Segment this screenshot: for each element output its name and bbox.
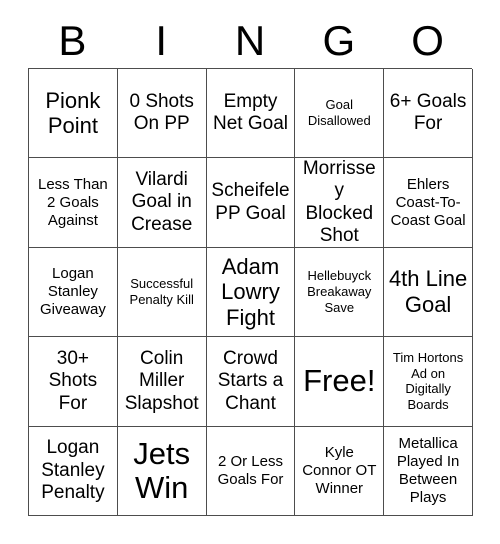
bingo-cell[interactable]: Kyle Connor OT Winner xyxy=(295,426,385,516)
bingo-cell[interactable]: Successful Penalty Kill xyxy=(117,247,207,338)
bingo-row: Logan Stanley Penalty Jets Win 2 Or Less… xyxy=(29,426,473,516)
bingo-cell[interactable]: 2 Or Less Goals For xyxy=(206,426,296,516)
bingo-cell-label: Logan Stanley Giveaway xyxy=(39,264,106,318)
bingo-cell-label: Empty Net Goal xyxy=(213,90,288,135)
bingo-cell[interactable]: Jets Win xyxy=(117,426,207,516)
bingo-cell-label: Metallica Played In Between Plays xyxy=(396,434,460,506)
bingo-cell[interactable]: Colin Miller Slapshot xyxy=(117,337,207,427)
bingo-cell-label: Morrissey Blocked Shot xyxy=(302,157,376,246)
bingo-row: Pionk Point 0 Shots On PP Empty Net Goal… xyxy=(29,69,473,159)
bingo-cell[interactable]: Logan Stanley Giveaway xyxy=(29,247,118,338)
bingo-cell-label: Scheifele PP Goal xyxy=(211,180,290,224)
bingo-cell[interactable]: Less Than 2 Goals Against xyxy=(29,158,118,248)
bingo-cell[interactable]: 30+ Shots For xyxy=(29,337,118,427)
bingo-cell[interactable]: Morrissey Blocked Shot xyxy=(295,157,385,248)
bingo-row: 30+ Shots For Colin Miller Slapshot Crow… xyxy=(29,337,473,427)
bingo-cell[interactable]: Scheifele PP Goal xyxy=(206,158,296,248)
bingo-cell-label: Crowd Starts a Chant xyxy=(217,347,284,414)
bingo-cell-label: 0 Shots On PP xyxy=(129,90,194,135)
bingo-cell[interactable]: Pionk Point xyxy=(29,69,118,159)
header-letter-n: N xyxy=(234,17,266,64)
bingo-cell-label: Adam Lowry Fight xyxy=(221,253,280,330)
header-letter-b: B xyxy=(58,17,87,64)
bingo-cell-label: Successful Penalty Kill xyxy=(129,276,194,307)
bingo-cell[interactable]: Adam Lowry Fight xyxy=(206,247,296,338)
bingo-cell-label: Vilardi Goal in Crease xyxy=(131,168,193,235)
header-letter-g: G xyxy=(322,17,356,64)
bingo-cell-label: Pionk Point xyxy=(45,87,101,139)
bingo-cell-label: Goal Disallowed xyxy=(307,97,371,129)
bingo-cell-label: Tim Hortons Ad on Digitally Boards xyxy=(392,349,464,413)
bingo-cell[interactable]: Vilardi Goal in Crease xyxy=(117,158,207,248)
bingo-cell-label: Kyle Connor OT Winner xyxy=(302,443,377,497)
bingo-cell-label: Logan Stanley Penalty xyxy=(41,437,105,503)
bingo-cell-label: Less Than 2 Goals Against xyxy=(38,175,108,229)
bingo-cell[interactable]: Crowd Starts a Chant xyxy=(206,337,296,427)
bingo-header: B I N G O xyxy=(28,14,472,68)
bingo-cell[interactable]: Ehlers Coast-To-Coast Goal xyxy=(384,158,473,248)
bingo-row: Logan Stanley Giveaway Successful Penalt… xyxy=(29,247,473,338)
bingo-cell-label: 30+ Shots For xyxy=(48,347,98,414)
bingo-cell-label: 2 Or Less Goals For xyxy=(217,452,284,488)
bingo-cell-free[interactable]: Free! xyxy=(295,337,385,427)
bingo-cell[interactable]: Hellebuyck Breakaway Save xyxy=(295,247,385,338)
bingo-cell[interactable]: Empty Net Goal xyxy=(206,69,296,159)
bingo-card: B I N G O Pionk Point 0 Shots On PP Empt… xyxy=(28,14,473,516)
bingo-cell-label: 4th Line Goal xyxy=(388,266,468,317)
bingo-cell-label: Hellebuyck Breakaway Save xyxy=(307,268,372,315)
bingo-row: Less Than 2 Goals Against Vilardi Goal i… xyxy=(29,157,473,248)
bingo-cell-label: 6+ Goals For xyxy=(389,90,467,135)
bingo-cell[interactable]: Goal Disallowed xyxy=(295,69,385,159)
bingo-cell[interactable]: Metallica Played In Between Plays xyxy=(384,426,473,516)
header-letter-o: O xyxy=(411,17,444,64)
bingo-cell[interactable]: Logan Stanley Penalty xyxy=(29,426,118,516)
bingo-cell[interactable]: 4th Line Goal xyxy=(384,247,473,338)
bingo-cell-label: Ehlers Coast-To-Coast Goal xyxy=(390,175,466,229)
bingo-cell[interactable]: 0 Shots On PP xyxy=(117,69,207,159)
bingo-cell[interactable]: 6+ Goals For xyxy=(384,69,473,159)
bingo-cell[interactable]: Tim Hortons Ad on Digitally Boards xyxy=(384,337,473,427)
bingo-cell-label: Jets Win xyxy=(133,435,191,505)
bingo-grid: Pionk Point 0 Shots On PP Empty Net Goal… xyxy=(28,68,473,516)
bingo-cell-label: Free! xyxy=(303,363,376,399)
header-letter-i: I xyxy=(155,17,168,64)
bingo-cell-label: Colin Miller Slapshot xyxy=(124,347,199,414)
